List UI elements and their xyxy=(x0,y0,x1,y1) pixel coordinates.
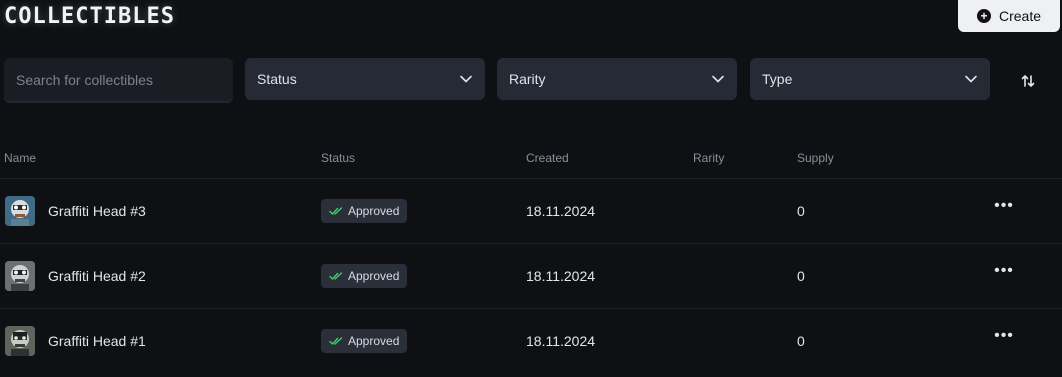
supply-value: 0 xyxy=(797,333,805,349)
column-header-supply: Supply xyxy=(797,151,834,165)
chevron-down-icon xyxy=(965,75,977,83)
table-row[interactable]: Graffiti Head #3 Approved 18.11.2024 0 •… xyxy=(0,179,1062,243)
status-badge: Approved xyxy=(321,329,408,353)
collectible-name: Graffiti Head #1 xyxy=(48,333,146,349)
double-check-icon xyxy=(329,272,343,280)
collectible-thumbnail xyxy=(5,326,35,356)
column-header-created: Created xyxy=(526,151,569,165)
status-badge-label: Approved xyxy=(348,204,400,218)
type-filter-select[interactable]: Type xyxy=(750,58,990,100)
collectibles-page: COLLECTIBLES + Create Status Rarity Type… xyxy=(0,0,1062,377)
status-filter-select[interactable]: Status xyxy=(245,58,485,100)
plus-circle-icon: + xyxy=(976,9,991,23)
table-row[interactable]: Graffiti Head #1 Approved 18.11.2024 0 •… xyxy=(0,309,1062,373)
create-button-label: Create xyxy=(998,8,1042,24)
supply-value: 0 xyxy=(797,203,805,219)
more-horizontal-icon[interactable]: ••• xyxy=(992,197,1016,217)
status-badge-label: Approved xyxy=(348,334,400,348)
collectible-thumbnail xyxy=(5,261,35,291)
double-check-icon xyxy=(329,207,343,215)
type-filter-label: Type xyxy=(762,71,793,87)
status-badge: Approved xyxy=(321,199,408,223)
more-horizontal-icon[interactable]: ••• xyxy=(992,327,1016,347)
more-horizontal-icon[interactable]: ••• xyxy=(992,262,1016,282)
status-badge: Approved xyxy=(321,264,408,288)
created-date: 18.11.2024 xyxy=(526,268,596,284)
chevron-down-icon xyxy=(712,75,724,83)
double-check-icon xyxy=(329,337,343,345)
collectible-name: Graffiti Head #2 xyxy=(48,268,146,284)
supply-value: 0 xyxy=(797,268,805,284)
table-row[interactable]: Graffiti Head #2 Approved 18.11.2024 0 •… xyxy=(0,244,1062,308)
collectible-name: Graffiti Head #3 xyxy=(48,203,146,219)
column-header-rarity: Rarity xyxy=(693,151,725,165)
column-header-name: Name xyxy=(4,151,37,165)
create-button[interactable]: + Create xyxy=(958,0,1060,32)
chevron-down-icon xyxy=(460,75,472,83)
status-badge-label: Approved xyxy=(348,269,400,283)
page-title: COLLECTIBLES xyxy=(4,4,175,29)
created-date: 18.11.2024 xyxy=(526,203,596,219)
status-filter-label: Status xyxy=(257,71,297,87)
search-input[interactable] xyxy=(4,58,233,103)
rarity-filter-label: Rarity xyxy=(509,71,546,87)
rarity-filter-select[interactable]: Rarity xyxy=(497,58,737,100)
column-header-status: Status xyxy=(321,151,356,165)
sort-button[interactable] xyxy=(1012,68,1044,94)
created-date: 18.11.2024 xyxy=(526,333,596,349)
sort-arrows-icon xyxy=(1021,75,1035,87)
collectible-thumbnail xyxy=(5,196,35,226)
